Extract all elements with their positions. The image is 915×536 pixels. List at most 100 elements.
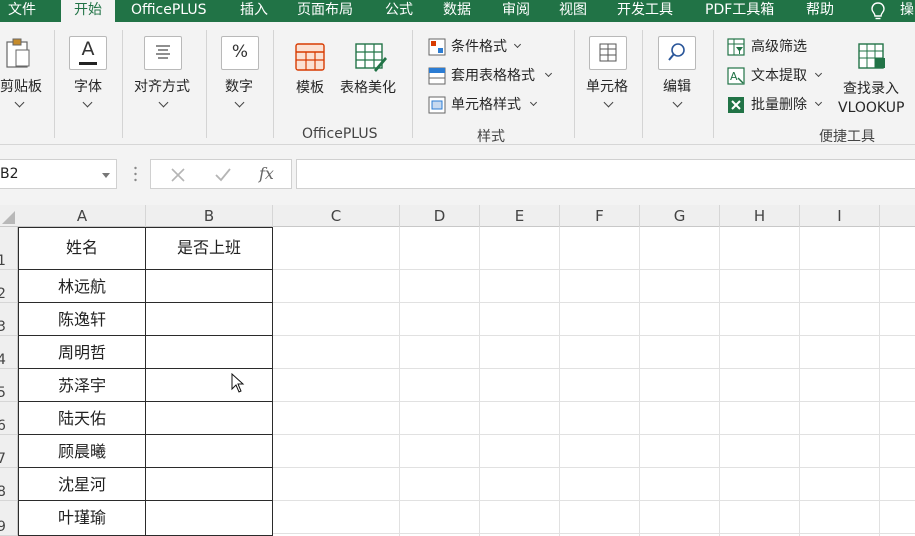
chevron-down-icon[interactable] bbox=[158, 97, 169, 108]
column-header-f[interactable]: F bbox=[560, 205, 640, 227]
cell-b5[interactable] bbox=[146, 369, 273, 402]
chevron-down-icon[interactable] bbox=[513, 40, 522, 49]
tab-officeplus[interactable]: OfficePLUS bbox=[131, 0, 207, 22]
name-box[interactable]: B2 bbox=[0, 159, 117, 189]
insert-function-fx-icon[interactable]: fx bbox=[259, 164, 274, 183]
tab-pdf-toolbox[interactable]: PDF工具箱 bbox=[705, 0, 774, 22]
cells-icon[interactable] bbox=[589, 36, 627, 70]
column-header-e[interactable]: E bbox=[480, 205, 560, 227]
cell-b3[interactable] bbox=[146, 303, 273, 336]
row-header-5[interactable]: 5 bbox=[0, 369, 18, 402]
column-header-b[interactable]: B bbox=[146, 205, 273, 227]
tab-developer[interactable]: 开发工具 bbox=[617, 0, 673, 22]
cell-a7[interactable]: 顾晨曦 bbox=[19, 435, 146, 468]
cell-style-icon[interactable] bbox=[428, 96, 446, 114]
search-icon[interactable] bbox=[658, 36, 696, 70]
table-format-label[interactable]: 套用表格格式 bbox=[451, 68, 535, 84]
tab-help[interactable]: 帮助 bbox=[806, 0, 834, 22]
row-header-6[interactable]: 6 bbox=[0, 402, 18, 435]
column-header-c[interactable]: C bbox=[273, 205, 400, 227]
edit-label[interactable]: 编辑 bbox=[663, 79, 691, 95]
text-extract-icon[interactable]: A bbox=[727, 67, 745, 85]
vlookup-label-line2[interactable]: VLOOKUP bbox=[838, 100, 904, 116]
row-header-9[interactable]: 9 bbox=[0, 501, 18, 536]
formula-bar-grip-icon[interactable] bbox=[134, 165, 137, 183]
select-all-icon[interactable] bbox=[0, 209, 16, 225]
template-icon[interactable] bbox=[294, 40, 328, 74]
tab-home[interactable]: 开始 bbox=[61, 0, 115, 22]
cells-label[interactable]: 单元格 bbox=[586, 79, 628, 95]
percent-icon[interactable]: % bbox=[221, 36, 259, 70]
cell-b9[interactable] bbox=[146, 501, 273, 536]
formula-input[interactable] bbox=[296, 159, 915, 189]
batch-delete-label[interactable]: 批量删除 bbox=[751, 97, 807, 113]
row-header-7[interactable]: 7 bbox=[0, 435, 18, 468]
tab-data[interactable]: 数据 bbox=[443, 0, 471, 22]
column-header-g[interactable]: G bbox=[640, 205, 720, 227]
cell-a6[interactable]: 陆天佑 bbox=[19, 402, 146, 435]
table-beautify-icon[interactable] bbox=[354, 40, 388, 74]
cell-a1[interactable]: 姓名 bbox=[19, 227, 146, 270]
chevron-down-icon[interactable] bbox=[82, 97, 93, 108]
chevron-down-icon[interactable] bbox=[544, 69, 553, 78]
number-label[interactable]: 数字 bbox=[225, 79, 253, 95]
advanced-filter-icon[interactable] bbox=[727, 38, 745, 56]
cell-b2[interactable] bbox=[146, 270, 273, 303]
text-extract-label[interactable]: 文本提取 bbox=[751, 68, 807, 84]
name-box-dropdown-icon[interactable] bbox=[102, 173, 110, 178]
cell-a9[interactable]: 叶瑾瑜 bbox=[19, 501, 146, 536]
chevron-down-icon[interactable] bbox=[603, 97, 614, 108]
cell-b8[interactable] bbox=[146, 468, 273, 501]
font-label[interactable]: 字体 bbox=[74, 79, 102, 95]
cell-a2[interactable]: 林远航 bbox=[19, 270, 146, 303]
alignment-label[interactable]: 对齐方式 bbox=[134, 79, 190, 95]
row-header-4[interactable]: 4 bbox=[0, 336, 18, 369]
tab-file[interactable]: 文件 bbox=[8, 0, 36, 22]
table-beautify-label[interactable]: 表格美化 bbox=[340, 80, 396, 96]
chevron-down-icon[interactable] bbox=[672, 97, 683, 108]
row-header-8[interactable]: 8 bbox=[0, 468, 18, 501]
column-header-a[interactable]: A bbox=[19, 205, 146, 227]
tab-overflow-text[interactable]: 操 bbox=[900, 0, 914, 20]
table-format-icon[interactable] bbox=[428, 67, 446, 85]
tab-view[interactable]: 视图 bbox=[559, 0, 587, 22]
vlookup-label-line1[interactable]: 查找录入 bbox=[843, 81, 899, 97]
cell-a4[interactable]: 周明哲 bbox=[19, 336, 146, 369]
column-header-i[interactable]: I bbox=[800, 205, 880, 227]
cell-b1[interactable]: 是否上班 bbox=[146, 227, 273, 270]
chevron-down-icon[interactable] bbox=[14, 97, 25, 108]
row-header-2[interactable]: 2 bbox=[0, 270, 18, 303]
tab-review[interactable]: 审阅 bbox=[502, 0, 530, 22]
chevron-down-icon[interactable] bbox=[234, 97, 245, 108]
tab-insert[interactable]: 插入 bbox=[240, 0, 268, 22]
font-icon[interactable]: A bbox=[69, 36, 107, 70]
cell-b6[interactable] bbox=[146, 402, 273, 435]
tab-formulas[interactable]: 公式 bbox=[385, 0, 413, 22]
chevron-down-icon[interactable] bbox=[814, 98, 823, 107]
chevron-down-icon[interactable] bbox=[814, 69, 823, 78]
template-label[interactable]: 模板 bbox=[296, 80, 324, 96]
conditional-format-label[interactable]: 条件格式 bbox=[451, 39, 507, 55]
clipboard-label[interactable]: 剪贴板 bbox=[0, 79, 42, 95]
alignment-icon[interactable] bbox=[144, 36, 182, 70]
cell-a5[interactable]: 苏泽宇 bbox=[19, 369, 146, 402]
row-header-3[interactable]: 3 bbox=[0, 303, 18, 336]
cell-a8[interactable]: 沈星河 bbox=[19, 468, 146, 501]
cancel-icon[interactable] bbox=[171, 168, 185, 182]
cell-style-label[interactable]: 单元格样式 bbox=[451, 97, 521, 113]
batch-delete-icon[interactable] bbox=[727, 96, 745, 114]
advanced-filter-label[interactable]: 高级筛选 bbox=[751, 39, 807, 55]
chevron-down-icon[interactable] bbox=[529, 98, 538, 107]
vlookup-icon[interactable] bbox=[856, 40, 890, 74]
clipboard-icon[interactable] bbox=[4, 38, 32, 70]
lightbulb-icon[interactable] bbox=[868, 1, 888, 21]
row-header-1[interactable]: 1 bbox=[0, 227, 18, 270]
cell-b7[interactable] bbox=[146, 435, 273, 468]
tab-page-layout[interactable]: 页面布局 bbox=[297, 0, 353, 22]
cell-a3[interactable]: 陈逸轩 bbox=[19, 303, 146, 336]
worksheet-grid[interactable]: A B C D E F G H I 1 2 3 4 5 6 7 8 9 姓名 是… bbox=[0, 205, 915, 536]
column-header-h[interactable]: H bbox=[720, 205, 800, 227]
conditional-format-icon[interactable] bbox=[428, 38, 446, 56]
check-icon[interactable] bbox=[215, 168, 231, 182]
cell-b4[interactable] bbox=[146, 336, 273, 369]
